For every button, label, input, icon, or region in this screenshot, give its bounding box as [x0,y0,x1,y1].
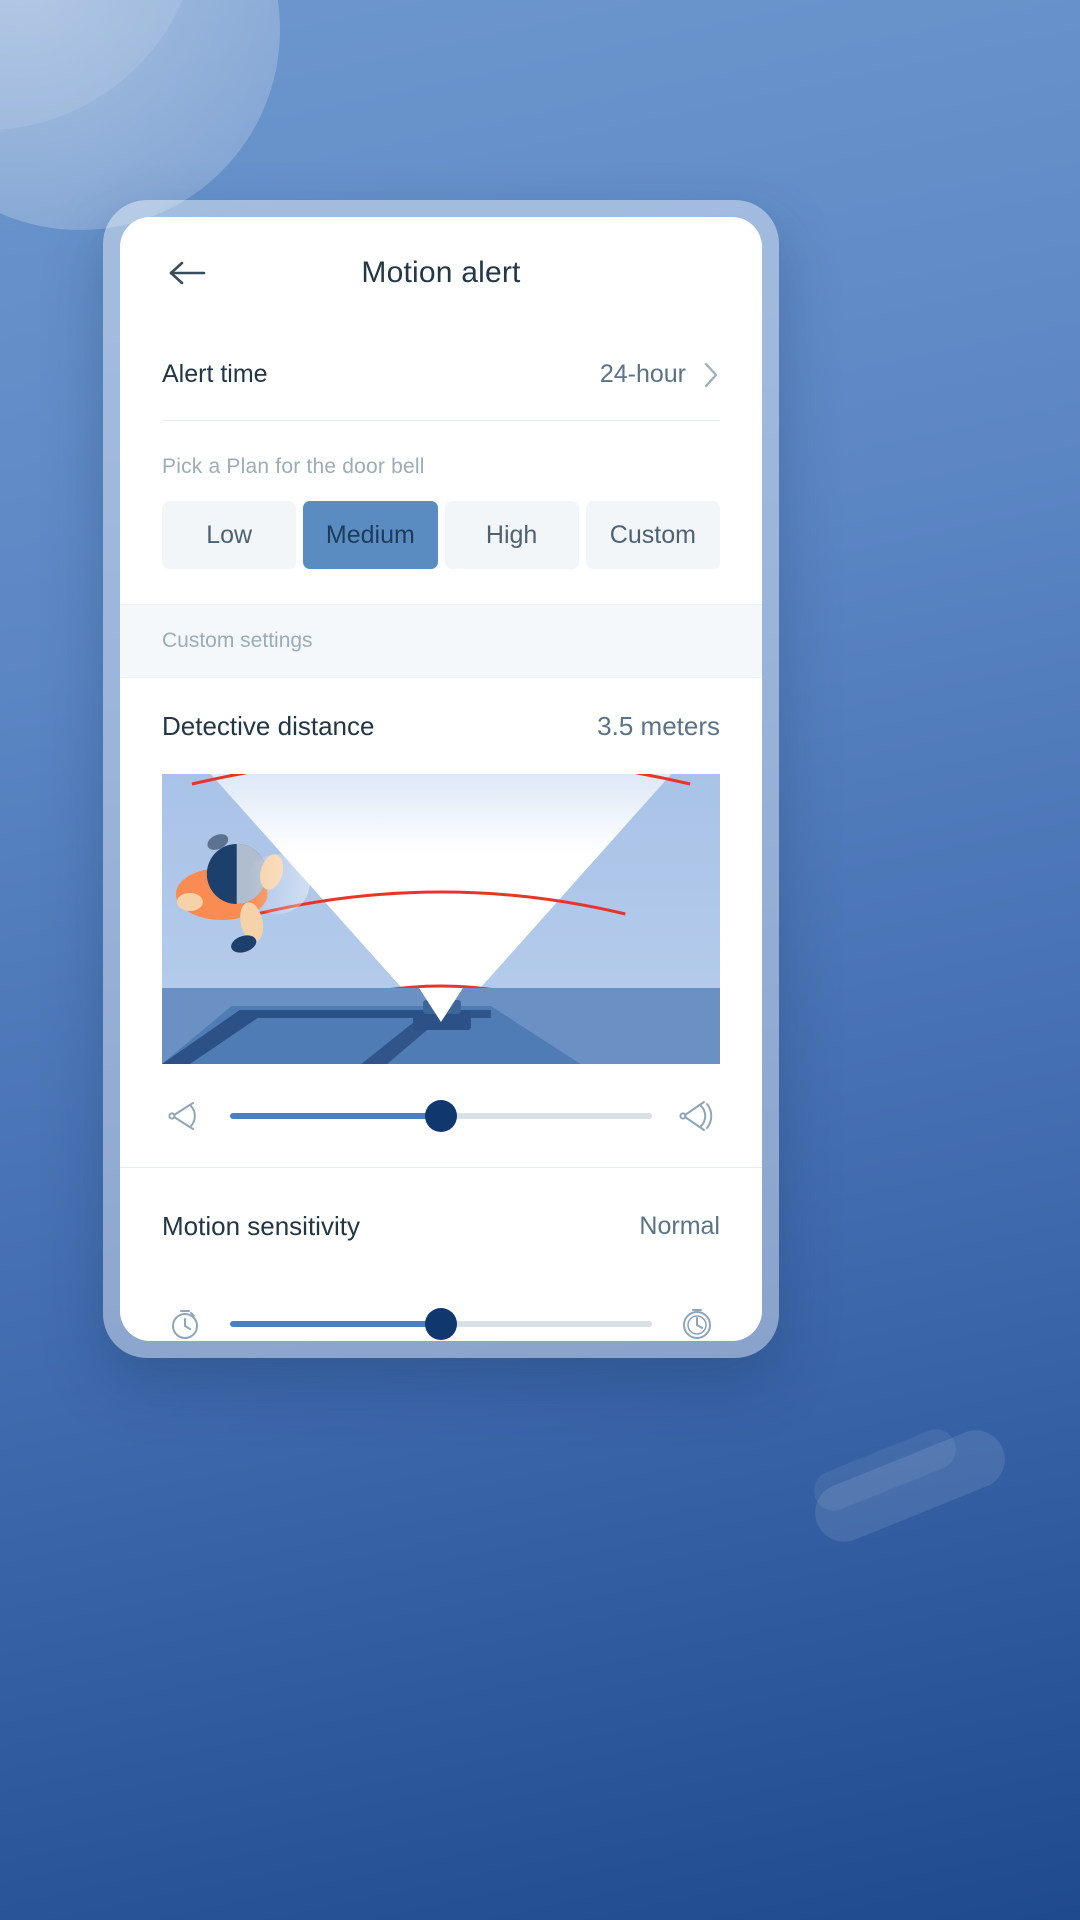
distance-row: Detective distance 3.5 meters [162,678,720,774]
arrow-left-icon [169,261,206,285]
app-background: Motion alert Alert time 24-hour Pick a P… [0,0,1080,1920]
detection-cone-svg [162,774,720,1064]
alert-time-row[interactable]: Alert time 24-hour [162,329,720,421]
sensitivity-slider-track[interactable] [230,1308,652,1340]
sensitivity-label: Motion sensitivity [162,1210,360,1241]
plan-option-custom-label: Custom [609,520,696,549]
plan-option-medium-label: Medium [325,520,415,549]
decorative-circle-top-left [0,0,280,230]
plan-hint: Pick a Plan for the door bell [162,455,425,478]
sensitivity-row: Motion sensitivity Normal [120,1180,762,1272]
alert-time-right: 24-hour [600,360,720,390]
distance-slider-row [120,1064,762,1168]
stopwatch-low-icon [162,1301,208,1341]
sensitivity-value: Normal [639,1211,720,1240]
plan-option-low[interactable]: Low [162,501,297,569]
distance-label: Detective distance [162,710,375,741]
sensitivity-slider-thumb[interactable] [425,1308,457,1340]
distance-section: Detective distance 3.5 meters [120,678,762,774]
app-header: Motion alert [120,217,762,329]
person-light-glow [245,854,310,914]
back-button[interactable] [162,247,214,299]
custom-settings-label: Custom settings [162,629,313,652]
stopwatch-high-icon [674,1301,720,1341]
plan-option-medium[interactable]: Medium [303,501,438,569]
plan-option-low-label: Low [206,520,253,549]
alert-time-label: Alert time [162,360,268,388]
distance-slider-thumb[interactable] [425,1099,457,1132]
custom-settings-band: Custom settings [120,604,762,678]
distance-value: 3.5 meters [597,710,720,741]
person-arm-left [176,893,203,911]
phone-screen: Motion alert Alert time 24-hour Pick a P… [120,217,762,1341]
wide-angle-detection-icon [674,1093,720,1139]
plan-segmented-control: Low Medium High Custom [162,501,720,604]
chevron-right-icon [704,362,718,387]
sensitivity-slider-fill [230,1321,441,1327]
page-title: Motion alert [361,256,521,289]
plan-option-high[interactable]: High [444,501,579,569]
distance-slider-fill [230,1112,441,1119]
detection-cone-illustration [162,774,720,1064]
sensitivity-slider-row [120,1272,762,1341]
plan-option-high-label: High [485,520,538,549]
narrow-angle-detection-icon [162,1093,208,1139]
distance-slider-track[interactable] [230,1099,652,1132]
alert-time-section: Alert time 24-hour Pick a Plan for the d… [120,329,762,604]
phone-frame: Motion alert Alert time 24-hour Pick a P… [103,200,779,1358]
plan-option-custom[interactable]: Custom [585,501,720,569]
alert-time-value: 24-hour [599,360,686,388]
